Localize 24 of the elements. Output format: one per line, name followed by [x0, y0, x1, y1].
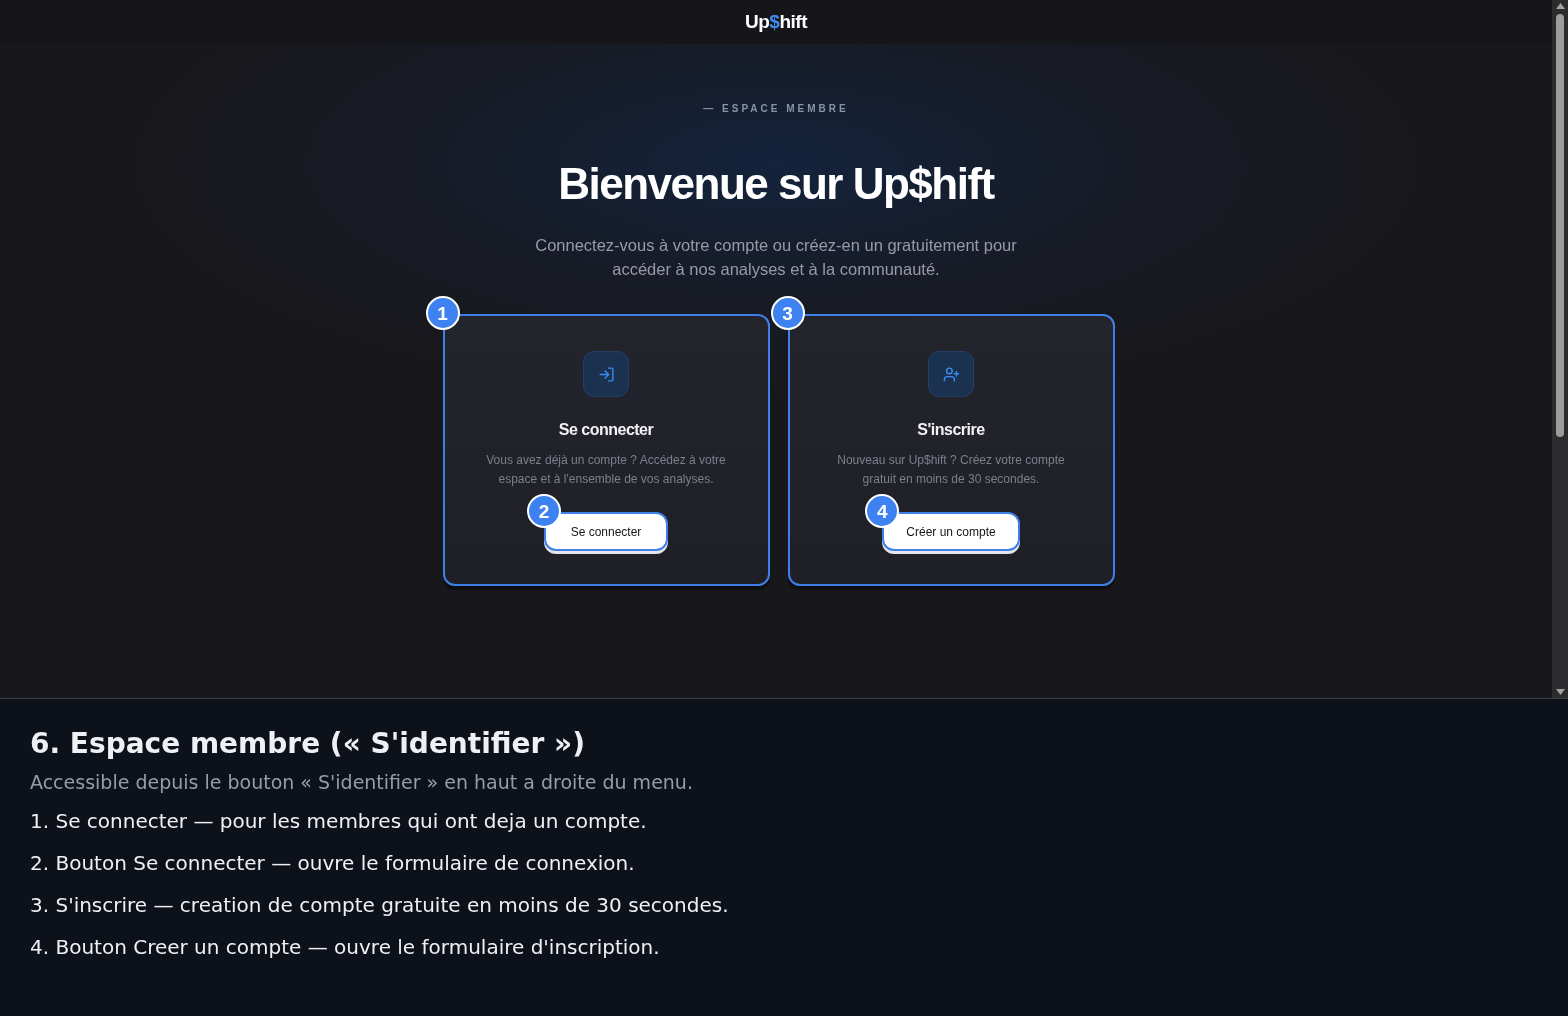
annotation-item: 4. Bouton Creer un compte — ouvre le formulaire d'inscription.	[30, 934, 660, 961]
card-title: S'inscrire	[917, 420, 985, 440]
page-subtitle: Connectez-vous à votre compte ou créez-en un gratuitement pour accéder à nos analyses et à la communauté.	[534, 235, 1018, 280]
annotation-heading: 6. Espace membre (« S'identifier »)	[30, 726, 585, 762]
logo[interactable]: Up$hift	[745, 7, 807, 37]
section-eyebrow: — ESPACE MEMBRE	[703, 102, 849, 116]
scrollbar-thumb[interactable]	[1556, 14, 1564, 437]
step-badge: 2	[527, 494, 561, 528]
page-title: Bienvenue sur Up$hift	[558, 160, 994, 208]
annotation-item: 2. Bouton Se connecter — ouvre le formulaire de connexion.	[30, 850, 635, 877]
annotation-intro: Accessible depuis le bouton « S'identifier » en haut a droite du menu.	[30, 770, 693, 795]
step-badge: 4	[865, 494, 900, 528]
scroll-up-arrow-icon[interactable]	[1555, 3, 1565, 9]
card-description: Vous avez déjà un compte ? Accédez à votre espace et à l'ensemble de vos analyses.	[485, 452, 727, 488]
user-plus-icon	[928, 351, 974, 397]
step-badge: 1	[425, 296, 460, 330]
card-title: Se connecter	[558, 420, 654, 440]
annotation-item: 3. S'inscrire — creation de compte gratuite en moins de 30 secondes.	[30, 892, 729, 919]
scrollbar-track[interactable]	[1552, 0, 1568, 698]
annotation-item: 1. Se connecter — pour les membres qui ont deja un compte.	[30, 808, 647, 835]
scroll-down-arrow-icon[interactable]	[1555, 689, 1565, 695]
step-badge: 3	[770, 296, 805, 330]
log-in-icon	[583, 351, 629, 397]
card-description: Nouveau sur Up$hift ? Créez votre compte gratuit en moins de 30 secondes.	[836, 452, 1066, 488]
